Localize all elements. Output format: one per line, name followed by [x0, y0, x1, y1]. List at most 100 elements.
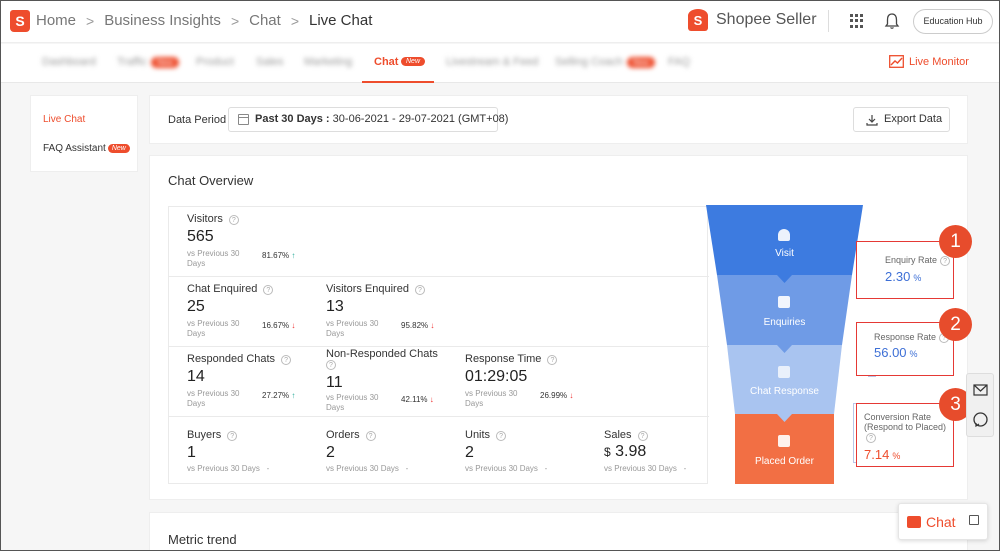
- vs-previous-label: vs Previous 30 Days: [187, 249, 240, 268]
- tab-chat[interactable]: Chat New: [362, 44, 434, 83]
- metric-trend-card: Metric trend: [149, 512, 968, 551]
- metric-visitors-enquired: Visitors Enquired? 13 vs Previous 30 Day…: [326, 283, 435, 338]
- brand-name: Shopee Seller: [716, 11, 817, 28]
- help-icon[interactable]: ?: [263, 285, 274, 295]
- vs-previous-label: vs Previous 30 Days: [465, 389, 518, 408]
- sidebar-item-live-chat[interactable]: Live Chat: [43, 114, 85, 125]
- vs-previous-label: vs Previous 30 Days: [326, 319, 379, 338]
- message-icon[interactable]: [973, 382, 988, 396]
- help-icon[interactable]: ?: [496, 431, 507, 441]
- help-icon[interactable]: ?: [940, 256, 951, 266]
- help-icon[interactable]: ?: [414, 285, 425, 295]
- arrow-up-icon: ↑: [291, 391, 296, 400]
- breadcrumb: Home > Business Insights > Chat > Live C…: [36, 12, 372, 29]
- download-icon: [866, 115, 878, 126]
- tab-sales[interactable]: Sales: [256, 56, 284, 68]
- step-marker-2: 2: [939, 308, 972, 341]
- tab-faq[interactable]: FAQ: [668, 56, 690, 68]
- responded-chats-change: 27.27% ↑: [262, 391, 296, 400]
- conversion-rate-sublabel: (Respond to Placed): [864, 422, 947, 432]
- breadcrumb-business-insights[interactable]: Business Insights: [104, 12, 221, 29]
- sales-vs: vs Previous 30 Days -: [604, 464, 687, 473]
- metric-buyers: Buyers? 1 vs Previous 30 Days -: [187, 429, 270, 473]
- arrow-up-icon: ↑: [291, 251, 296, 260]
- help-icon[interactable]: ?: [637, 431, 648, 441]
- arrow-down-icon: ↓: [430, 321, 435, 330]
- metric-sales: Sales? $ 3.98 vs Previous 30 Days -: [604, 429, 687, 473]
- vs-previous-label: vs Previous 30 Days: [326, 393, 379, 412]
- help-icon[interactable]: ?: [866, 433, 876, 443]
- breadcrumb-separator: >: [290, 12, 299, 29]
- metric-units: Units? 2 vs Previous 30 Days -: [465, 429, 548, 473]
- orders-value: 2: [326, 444, 335, 461]
- breadcrumb-chat[interactable]: Chat: [249, 12, 281, 29]
- enquiry-rate-value: 2.30%: [885, 269, 922, 284]
- conversion-rate-label: Conversion Rate: [864, 412, 932, 422]
- metrics-row: Responded Chats? 14 vs Previous 30 Days …: [169, 347, 709, 417]
- chat-widget-button[interactable]: Chat: [898, 503, 988, 540]
- help-icon[interactable]: ?: [547, 355, 558, 365]
- help-icon[interactable]: ?: [326, 360, 336, 370]
- shopee-bag-icon: S: [688, 9, 708, 31]
- bell-icon[interactable]: [884, 12, 900, 30]
- apps-grid-icon[interactable]: [850, 14, 864, 28]
- units-vs: vs Previous 30 Days -: [465, 464, 548, 473]
- tab-marketing[interactable]: Marketing: [304, 56, 352, 68]
- question-chat-icon: [778, 296, 790, 308]
- tab-traffic[interactable]: Traffic New: [117, 56, 179, 68]
- expand-icon[interactable]: [969, 515, 979, 525]
- tab-product[interactable]: Product: [196, 56, 234, 68]
- live-monitor-link[interactable]: Live Monitor: [889, 55, 969, 68]
- education-hub-button[interactable]: Education Hub: [913, 9, 993, 34]
- export-data-button[interactable]: Export Data: [853, 107, 950, 132]
- chat-funnel: Visit Enquiries Chat Response Placed Ord…: [706, 205, 863, 485]
- non-responded-chats-change: 42.11% ↓: [401, 395, 434, 404]
- new-badge: New: [401, 57, 426, 66]
- breadcrumb-home[interactable]: Home: [36, 12, 76, 29]
- response-time-value: 01:29:05: [465, 368, 528, 385]
- visitors-enquired-change: 95.82% ↓: [401, 321, 435, 330]
- tab-selling-coach[interactable]: Selling Coach New: [555, 56, 655, 68]
- sales-value: $ 3.98: [604, 443, 647, 460]
- sidebar-item-faq-assistant[interactable]: FAQ Assistant New: [43, 143, 130, 154]
- range-dates: 30-06-2021 - 29-07-2021 (GMT+08): [332, 113, 509, 125]
- conversion-rate-box: Conversion Rate (Respond to Placed) ? 7.…: [856, 403, 954, 467]
- metric-response-time: Response Time? 01:29:05 vs Previous 30 D…: [465, 353, 574, 408]
- breadcrumb-separator: >: [230, 12, 240, 29]
- calendar-icon: [238, 114, 249, 125]
- tab-dashboard[interactable]: Dashboard: [42, 56, 96, 68]
- chat-widget-label: Chat: [926, 514, 956, 530]
- breadcrumb-separator: >: [86, 12, 95, 29]
- help-icon[interactable]: ?: [281, 355, 292, 365]
- help-icon[interactable]: ?: [228, 215, 239, 225]
- chat-bubble-icon: [907, 516, 921, 528]
- export-data-label: Export Data: [884, 113, 943, 125]
- buyers-vs: vs Previous 30 Days -: [187, 464, 270, 473]
- metric-chat-enquired: Chat Enquired? 25 vs Previous 30 Days 16…: [187, 283, 296, 338]
- data-period-label: Data Period: [168, 114, 227, 126]
- funnel-label-enquiries: Enquiries: [763, 317, 806, 328]
- top-bar: S Home > Business Insights > Chat > Live…: [0, 0, 1000, 43]
- funnel-label-chat-response: Chat Response: [750, 386, 819, 397]
- enquiry-rate-box: Enquiry Rate? 2.30%: [856, 241, 954, 299]
- tab-livestream[interactable]: Livestream & Feed: [446, 56, 538, 68]
- response-rate-value: 56.00%: [874, 345, 918, 360]
- trend-chart-icon: [889, 55, 904, 68]
- clipboard-icon: [778, 435, 790, 447]
- headset-icon[interactable]: [972, 411, 989, 428]
- response-rate-label: Response Rate?: [874, 332, 950, 343]
- arrow-down-icon: ↓: [569, 391, 574, 400]
- breadcrumb-live-chat: Live Chat: [309, 12, 373, 29]
- chat-enquired-value: 25: [187, 298, 205, 315]
- range-preset: Past 30 Days :: [255, 113, 330, 125]
- visitors-enquired-value: 13: [326, 298, 344, 315]
- help-icon[interactable]: ?: [227, 431, 238, 441]
- floating-toolbar: [966, 373, 994, 437]
- shopee-logo-icon[interactable]: S: [10, 10, 30, 32]
- chat-overview-title: Chat Overview: [168, 173, 254, 188]
- data-period-bar: Data Period Past 30 Days : 30-06-2021 - …: [149, 95, 968, 144]
- response-time-change: 26.99% ↓: [540, 391, 574, 400]
- help-icon[interactable]: ?: [365, 431, 376, 441]
- enquiry-rate-label: Enquiry Rate?: [885, 255, 951, 266]
- date-range-picker[interactable]: Past 30 Days : 30-06-2021 - 29-07-2021 (…: [228, 107, 508, 132]
